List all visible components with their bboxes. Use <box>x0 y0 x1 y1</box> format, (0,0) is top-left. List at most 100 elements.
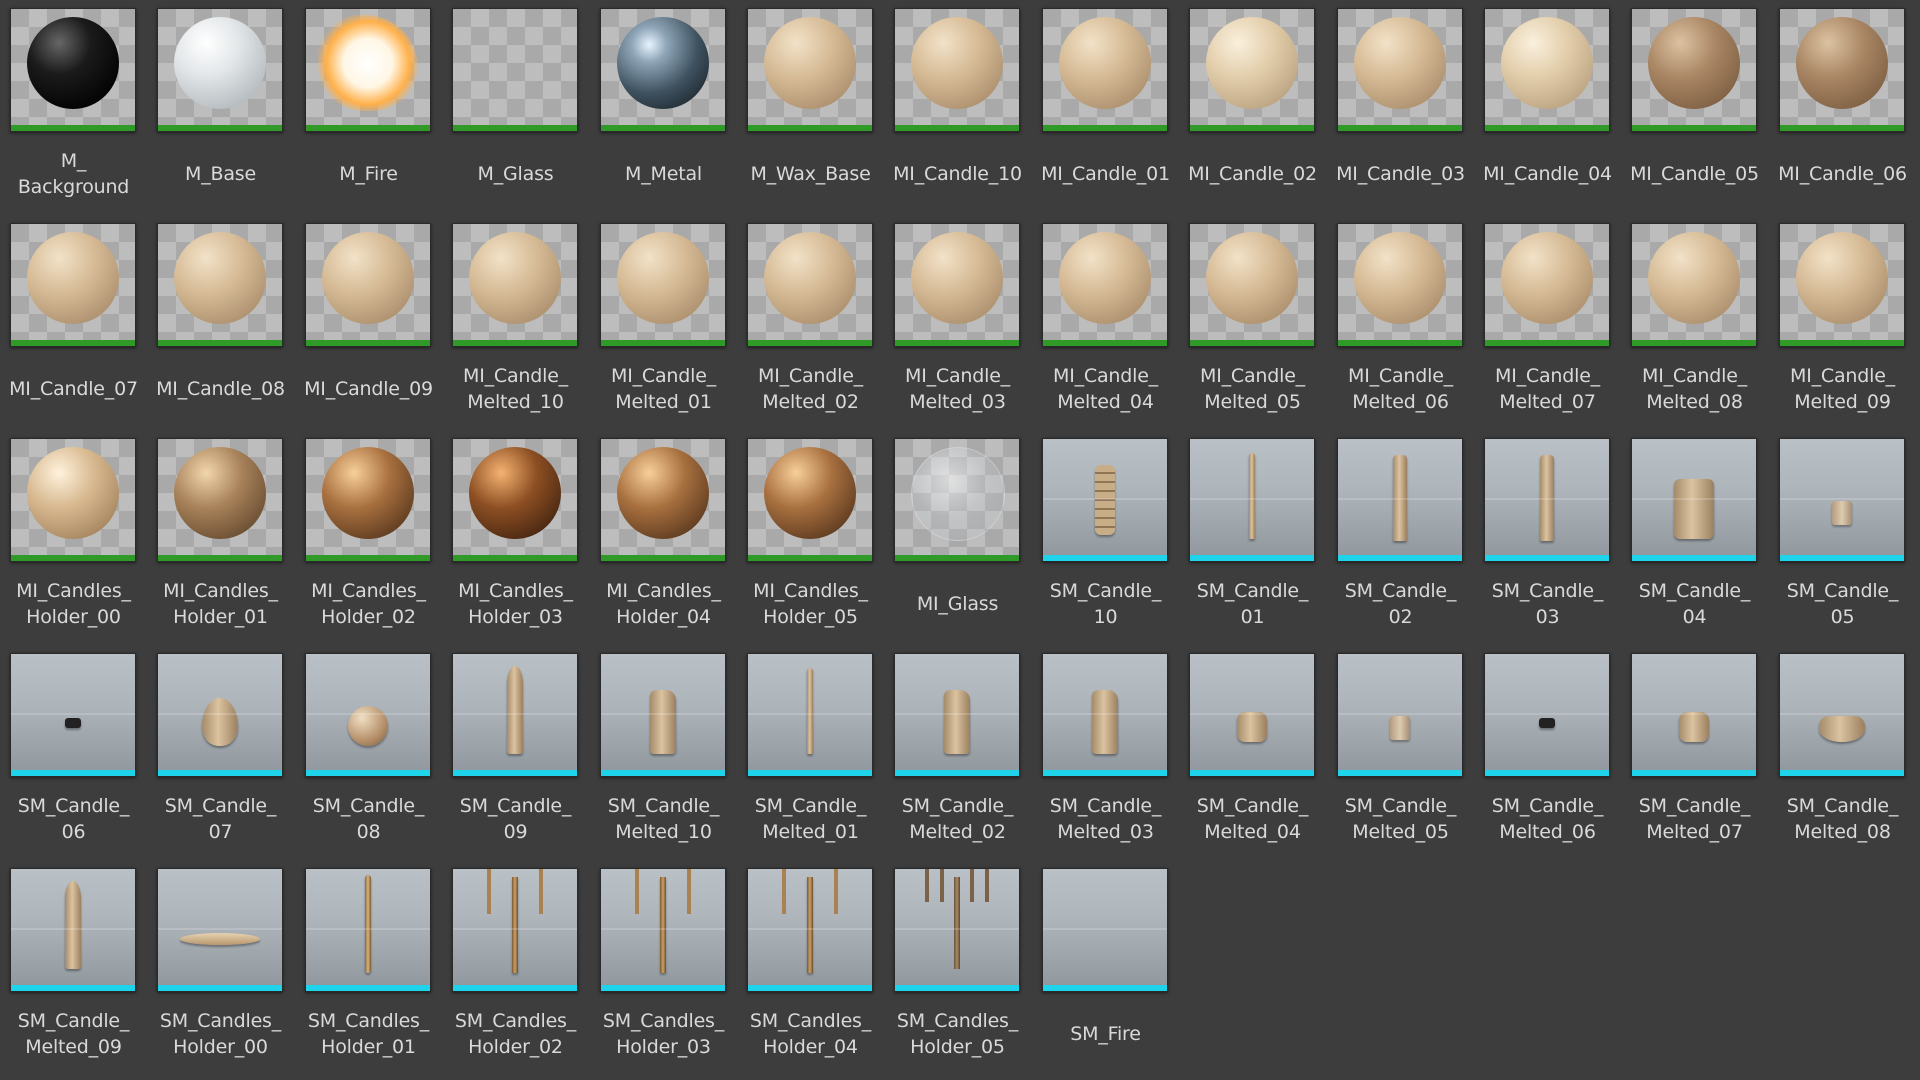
material-asset-tile[interactable]: MI_Candles_ Holder_02 <box>295 430 442 640</box>
asset-thumbnail[interactable] <box>1042 653 1168 777</box>
static-mesh-asset-tile[interactable]: SM_Candle_ 04 <box>1621 430 1768 640</box>
asset-thumbnail[interactable] <box>1484 653 1610 777</box>
static-mesh-asset-tile[interactable]: SM_Candles_ Holder_02 <box>442 860 589 1070</box>
static-mesh-asset-tile[interactable]: SM_Candle_ Melted_10 <box>590 645 737 855</box>
material-asset-tile[interactable]: MI_Candle_ Melted_10 <box>442 215 589 425</box>
static-mesh-asset-tile[interactable]: SM_Candle_ 07 <box>147 645 294 855</box>
asset-thumbnail[interactable] <box>1484 8 1610 132</box>
asset-thumbnail[interactable] <box>1042 438 1168 562</box>
material-asset-tile[interactable]: MI_Candle_07 <box>0 215 147 425</box>
static-mesh-asset-tile[interactable]: SM_Candle_ Melted_05 <box>1327 645 1474 855</box>
asset-thumbnail[interactable] <box>305 8 431 132</box>
material-asset-tile[interactable]: MI_Candle_08 <box>147 215 294 425</box>
material-asset-tile[interactable]: M_Metal <box>590 0 737 210</box>
asset-thumbnail[interactable] <box>1042 8 1168 132</box>
asset-thumbnail[interactable] <box>1189 8 1315 132</box>
asset-thumbnail[interactable] <box>894 653 1020 777</box>
static-mesh-asset-tile[interactable]: SM_Candle_ 01 <box>1179 430 1326 640</box>
static-mesh-asset-tile[interactable]: SM_Candle_ 05 <box>1769 430 1916 640</box>
static-mesh-asset-tile[interactable]: SM_Candle_ 10 <box>1032 430 1179 640</box>
material-asset-tile[interactable]: MI_Candle_ Melted_09 <box>1769 215 1916 425</box>
material-asset-tile[interactable]: MI_Candles_ Holder_01 <box>147 430 294 640</box>
asset-thumbnail[interactable] <box>1042 223 1168 347</box>
material-asset-tile[interactable]: MI_Candle_02 <box>1179 0 1326 210</box>
asset-thumbnail[interactable] <box>1484 223 1610 347</box>
material-asset-tile[interactable]: MI_Candle_ Melted_05 <box>1179 215 1326 425</box>
static-mesh-asset-tile[interactable]: SM_Candle_ Melted_06 <box>1474 645 1621 855</box>
static-mesh-asset-tile[interactable]: SM_Candle_ 08 <box>295 645 442 855</box>
asset-thumbnail[interactable] <box>305 653 431 777</box>
asset-thumbnail[interactable] <box>1337 653 1463 777</box>
asset-thumbnail[interactable] <box>747 438 873 562</box>
asset-thumbnail[interactable] <box>1189 223 1315 347</box>
static-mesh-asset-tile[interactable]: SM_Candle_ Melted_01 <box>737 645 884 855</box>
asset-thumbnail[interactable] <box>452 8 578 132</box>
material-asset-tile[interactable]: MI_Candle_ Melted_06 <box>1327 215 1474 425</box>
material-asset-tile[interactable]: MI_Candle_06 <box>1769 0 1916 210</box>
asset-thumbnail[interactable] <box>452 438 578 562</box>
material-asset-tile[interactable]: MI_Candles_ Holder_03 <box>442 430 589 640</box>
asset-thumbnail[interactable] <box>894 223 1020 347</box>
material-asset-tile[interactable]: MI_Candle_03 <box>1327 0 1474 210</box>
material-asset-tile[interactable]: MI_Glass <box>884 430 1031 640</box>
static-mesh-asset-tile[interactable]: SM_Candle_ Melted_04 <box>1179 645 1326 855</box>
asset-thumbnail[interactable] <box>452 223 578 347</box>
material-asset-tile[interactable]: MI_Candles_ Holder_00 <box>0 430 147 640</box>
static-mesh-asset-tile[interactable]: SM_Candle_ Melted_08 <box>1769 645 1916 855</box>
static-mesh-asset-tile[interactable]: SM_Fire <box>1032 860 1179 1070</box>
asset-thumbnail[interactable] <box>305 438 431 562</box>
asset-thumbnail[interactable] <box>1779 223 1905 347</box>
asset-thumbnail[interactable] <box>1779 653 1905 777</box>
asset-thumbnail[interactable] <box>1042 868 1168 992</box>
material-asset-tile[interactable]: MI_Candle_ Melted_07 <box>1474 215 1621 425</box>
material-asset-tile[interactable]: M_Wax_Base <box>737 0 884 210</box>
static-mesh-asset-tile[interactable]: SM_Candle_ 09 <box>442 645 589 855</box>
asset-thumbnail[interactable] <box>600 223 726 347</box>
asset-thumbnail[interactable] <box>1189 438 1315 562</box>
asset-thumbnail[interactable] <box>1631 438 1757 562</box>
asset-thumbnail[interactable] <box>600 8 726 132</box>
material-asset-tile[interactable]: MI_Candle_10 <box>884 0 1031 210</box>
material-asset-tile[interactable]: M_Base <box>147 0 294 210</box>
asset-thumbnail[interactable] <box>1779 438 1905 562</box>
asset-thumbnail[interactable] <box>747 868 873 992</box>
static-mesh-asset-tile[interactable]: SM_Candle_ 02 <box>1327 430 1474 640</box>
static-mesh-asset-tile[interactable]: SM_Candle_ Melted_09 <box>0 860 147 1070</box>
asset-thumbnail[interactable] <box>1779 8 1905 132</box>
material-asset-tile[interactable]: MI_Candles_ Holder_05 <box>737 430 884 640</box>
asset-thumbnail[interactable] <box>894 8 1020 132</box>
material-asset-tile[interactable]: MI_Candles_ Holder_04 <box>590 430 737 640</box>
asset-thumbnail[interactable] <box>305 223 431 347</box>
asset-thumbnail[interactable] <box>894 868 1020 992</box>
static-mesh-asset-tile[interactable]: SM_Candle_ 06 <box>0 645 147 855</box>
asset-thumbnail[interactable] <box>1631 653 1757 777</box>
asset-thumbnail[interactable] <box>600 868 726 992</box>
static-mesh-asset-tile[interactable]: SM_Candle_ Melted_02 <box>884 645 1031 855</box>
material-asset-tile[interactable]: MI_Candle_04 <box>1474 0 1621 210</box>
static-mesh-asset-tile[interactable]: SM_Candle_ 03 <box>1474 430 1621 640</box>
static-mesh-asset-tile[interactable]: SM_Candles_ Holder_01 <box>295 860 442 1070</box>
asset-thumbnail[interactable] <box>157 868 283 992</box>
asset-thumbnail[interactable] <box>894 438 1020 562</box>
material-asset-tile[interactable]: M_Glass <box>442 0 589 210</box>
asset-thumbnail[interactable] <box>157 8 283 132</box>
static-mesh-asset-tile[interactable]: SM_Candles_ Holder_05 <box>884 860 1031 1070</box>
asset-thumbnail[interactable] <box>1337 223 1463 347</box>
static-mesh-asset-tile[interactable]: SM_Candles_ Holder_00 <box>147 860 294 1070</box>
asset-thumbnail[interactable] <box>1337 8 1463 132</box>
asset-thumbnail[interactable] <box>747 653 873 777</box>
asset-thumbnail[interactable] <box>600 438 726 562</box>
static-mesh-asset-tile[interactable]: SM_Candle_ Melted_03 <box>1032 645 1179 855</box>
material-asset-tile[interactable]: M_Fire <box>295 0 442 210</box>
asset-thumbnail[interactable] <box>747 8 873 132</box>
asset-thumbnail[interactable] <box>1484 438 1610 562</box>
asset-thumbnail[interactable] <box>747 223 873 347</box>
asset-thumbnail[interactable] <box>1631 8 1757 132</box>
static-mesh-asset-tile[interactable]: SM_Candle_ Melted_07 <box>1621 645 1768 855</box>
asset-thumbnail[interactable] <box>10 223 136 347</box>
material-asset-tile[interactable]: MI_Candle_ Melted_02 <box>737 215 884 425</box>
asset-thumbnail[interactable] <box>452 868 578 992</box>
asset-thumbnail[interactable] <box>157 223 283 347</box>
material-asset-tile[interactable]: MI_Candle_ Melted_04 <box>1032 215 1179 425</box>
asset-thumbnail[interactable] <box>600 653 726 777</box>
